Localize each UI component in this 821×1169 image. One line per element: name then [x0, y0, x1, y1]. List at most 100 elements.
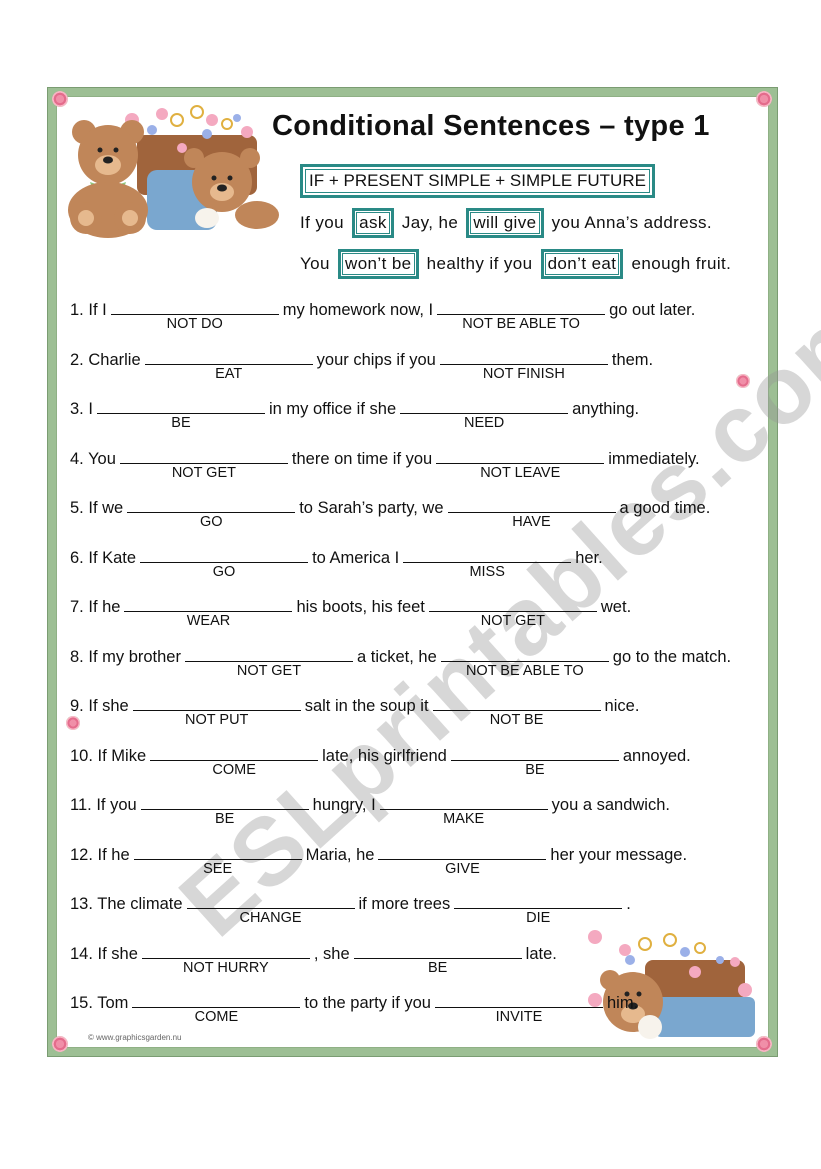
exercise-number: 15.: [70, 994, 93, 1012]
answer-blank[interactable]: MISS: [403, 548, 572, 580]
answer-blank[interactable]: HAVE: [447, 498, 616, 530]
exercise-text: go to the match.: [612, 647, 732, 666]
answer-blank[interactable]: NEED: [400, 399, 569, 431]
exercise-text: immediately.: [608, 449, 700, 468]
exercise-text: in my office if she: [268, 400, 397, 418]
exercise-row: 8. If my brother NOT GET a ticket, he NOT B…: [70, 647, 732, 679]
verb-hint: NOT BE: [489, 712, 544, 728]
exercise-text: , she: [313, 944, 350, 963]
exercise-text: your chips if you: [316, 350, 436, 369]
verb-hint: NOT LEAVE: [480, 464, 561, 481]
answer-blank[interactable]: COME: [150, 746, 319, 778]
answer-blank[interactable]: GIVE: [378, 845, 547, 877]
exercise-row: 5. If we GO to Sarah’s party, we HAVE a good…: [70, 498, 710, 530]
exercise-text: If Mike: [97, 746, 147, 765]
exercise-number: 2.: [70, 350, 84, 369]
highlight-text: won’t be: [342, 253, 415, 275]
verb-hint: NOT BE ABLE TO: [462, 316, 580, 332]
answer-blank[interactable]: NOT BE ABLE TO: [440, 647, 609, 679]
exercise-text: If he: [97, 845, 130, 864]
exercise-text: Maria, he: [305, 845, 375, 864]
verb-hint: NOT BE ABLE TO: [465, 662, 584, 679]
exercise-row: 15. Tom COME to the party if you INVITE him.: [70, 993, 639, 1025]
answer-blank[interactable]: WEAR: [124, 597, 293, 629]
answer-blank[interactable]: NOT DO: [110, 300, 279, 332]
answer-blank[interactable]: BE: [450, 746, 619, 778]
answer-blank[interactable]: NOT PUT: [132, 696, 301, 728]
exercise-number: 4.: [70, 449, 84, 468]
verb-hint: NOT GET: [480, 613, 545, 629]
rose-icon: [756, 91, 772, 107]
verb-hint: BE: [525, 761, 545, 778]
answer-blank[interactable]: NOT BE: [432, 696, 601, 728]
example-text: You: [300, 254, 330, 273]
exercise-text: If my brother: [88, 647, 181, 666]
exercise-text: If we: [88, 499, 124, 517]
exercise-text: to America I: [312, 548, 400, 567]
verb-hint: CHANGE: [239, 910, 302, 926]
verb-hint: MISS: [469, 563, 505, 580]
formula-box: IF + PRESENT SIMPLE + SIMPLE FUTURE: [300, 164, 655, 198]
verb-hint: GIVE: [445, 860, 480, 877]
answer-blank[interactable]: MAKE: [379, 795, 548, 827]
answer-blank[interactable]: NOT GET: [184, 647, 353, 679]
exercise-text: If she: [97, 944, 138, 963]
teddy-bear-illustration: [588, 930, 755, 1039]
exercise-row: 11. If you BE hungry, I MAKE you a sandwich.: [70, 795, 670, 827]
answer-blank[interactable]: NOT HURRY: [141, 944, 310, 976]
exercise-text: If I: [88, 301, 107, 319]
answer-blank[interactable]: EAT: [144, 350, 313, 382]
rose-icon: [66, 716, 80, 730]
highlight-text: will give: [470, 212, 540, 234]
exercise-text: .: [626, 895, 631, 913]
answer-blank[interactable]: NOT BE ABLE TO: [437, 300, 606, 332]
exercise-text: If you: [96, 796, 137, 814]
exercise-number: 10.: [70, 746, 93, 765]
answer-blank[interactable]: COME: [132, 993, 301, 1025]
answer-blank[interactable]: SEE: [133, 845, 302, 877]
example-text: If you: [300, 213, 344, 232]
exercise-text: wet.: [600, 598, 632, 616]
rose-icon: [736, 374, 750, 388]
exercise-text: Charlie: [88, 350, 141, 369]
verb-hint: NOT DO: [166, 316, 223, 332]
exercise-number: 13.: [70, 895, 93, 913]
exercise-text: to Sarah’s party, we: [299, 499, 444, 517]
exercise-row: 7. If he WEAR his boots, his feet NOT GET we…: [70, 597, 632, 629]
answer-blank[interactable]: DIE: [454, 894, 623, 926]
exercise-text: there on time if you: [291, 449, 433, 468]
answer-blank[interactable]: NOT GET: [119, 449, 288, 481]
exercise-text: if more trees: [358, 895, 451, 913]
exercise-text: hungry, I: [312, 796, 376, 814]
exercise-number: 8.: [70, 647, 84, 666]
exercise-row: 3. I BE in my office if she NEED anything.: [70, 399, 639, 431]
exercise-number: 7.: [70, 598, 84, 616]
answer-blank[interactable]: BE: [353, 944, 522, 976]
answer-blank[interactable]: NOT GET: [428, 597, 597, 629]
answer-blank[interactable]: GO: [140, 548, 309, 580]
answer-blank[interactable]: BE: [140, 795, 309, 827]
answer-blank[interactable]: BE: [96, 399, 265, 431]
exercise-text: him.: [606, 994, 639, 1012]
verb-hint: GO: [212, 563, 236, 580]
exercise-text: You: [88, 449, 116, 468]
exercise-text: Tom: [97, 994, 129, 1012]
exercise-text: If he: [88, 598, 121, 616]
page-title: Conditional Sentences – type 1: [272, 110, 710, 142]
example-highlight: don’t eat: [540, 249, 624, 279]
verb-hint: DIE: [526, 910, 551, 926]
answer-blank[interactable]: GO: [127, 498, 296, 530]
formula-text: IF + PRESENT SIMPLE + SIMPLE FUTURE: [305, 169, 650, 193]
exercise-text: late.: [525, 944, 557, 963]
teddy-bears-illustration: [68, 105, 279, 238]
exercise-text: If she: [88, 697, 129, 715]
answer-blank[interactable]: INVITE: [434, 993, 603, 1025]
exercise-text: to the party if you: [304, 994, 431, 1012]
exercise-row: 10. If Mike COME late, his girlfriend BE ann…: [70, 746, 691, 778]
exercise-number: 6.: [70, 548, 84, 567]
exercise-text: you a sandwich.: [551, 796, 670, 814]
answer-blank[interactable]: NOT LEAVE: [436, 449, 605, 481]
answer-blank[interactable]: NOT FINISH: [439, 350, 608, 382]
verb-hint: COME: [212, 761, 256, 778]
answer-blank[interactable]: CHANGE: [186, 894, 355, 926]
